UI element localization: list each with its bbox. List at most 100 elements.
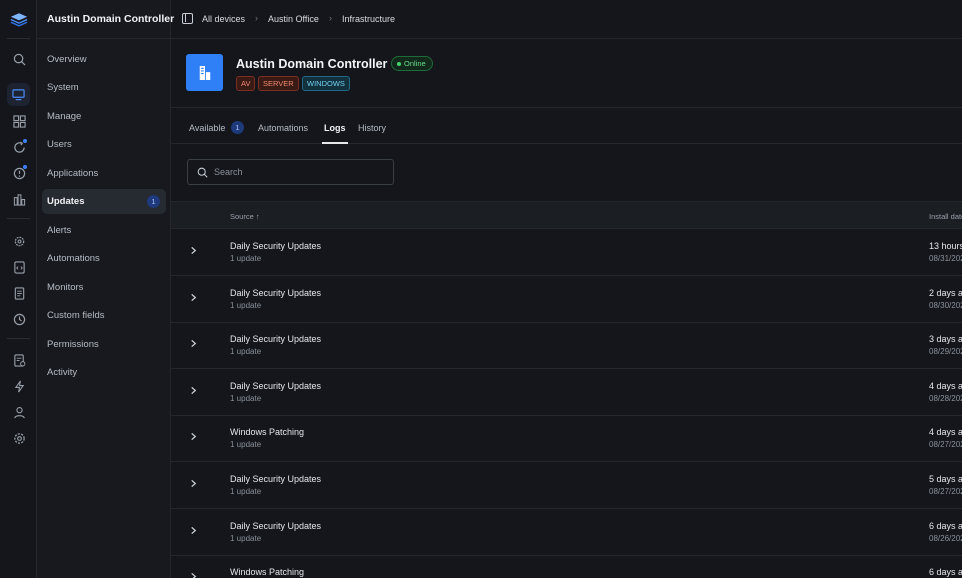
breadcrumb-all-devices[interactable]: All devices: [202, 14, 245, 24]
breadcrumb-austin-office[interactable]: Austin Office: [268, 14, 319, 24]
tab-bar: Available 1 Automations Logs History: [171, 108, 962, 144]
row-update-count: 1 update: [230, 393, 262, 403]
row-source: Daily Security Updates: [230, 520, 322, 531]
table-row[interactable]: Windows Patching1 update6 days ago08/25/…: [171, 555, 962, 578]
sync-icon[interactable]: [10, 138, 28, 156]
tag-av: AV: [236, 76, 256, 91]
sidebar-title: Austin Domain Controller: [47, 13, 175, 25]
sidebar-item-label: Alerts: [47, 225, 72, 236]
sidebar-item-label: Manage: [47, 111, 82, 122]
chevron-right-icon[interactable]: [189, 246, 198, 255]
sidebar-item-monitors[interactable]: Monitors: [42, 275, 166, 300]
sidebar-item-alerts[interactable]: Alerts: [42, 218, 166, 243]
sidebar-divider: [37, 38, 171, 39]
sidebar-item-label: Overview: [47, 54, 87, 65]
chevron-right-icon[interactable]: [189, 339, 198, 348]
sidebar-item-updates[interactable]: Updates 1: [42, 189, 166, 214]
tab-automations[interactable]: Automations: [258, 123, 308, 133]
search-input[interactable]: [214, 167, 384, 177]
column-source[interactable]: Source ↑: [230, 212, 260, 221]
user-icon[interactable]: [10, 403, 28, 421]
server-icon: [186, 54, 223, 91]
device-title: Austin Domain Controller: [236, 57, 388, 71]
sidebar-toggle-icon[interactable]: [182, 13, 193, 24]
chevron-right-icon[interactable]: [189, 572, 198, 578]
sidebar-item-system[interactable]: System: [42, 75, 166, 100]
chevron-right-icon[interactable]: [189, 479, 198, 488]
sidebar-item-manage[interactable]: Manage: [42, 104, 166, 129]
available-count-badge: 1: [231, 121, 244, 134]
row-source: Daily Security Updates: [230, 474, 322, 484]
row-install-relative: 2 days ago: [929, 287, 962, 298]
chevron-right-icon[interactable]: [189, 386, 198, 395]
sidebar-item-label: Applications: [47, 168, 99, 179]
sidebar-item-label: Custom fields: [47, 310, 105, 321]
rail-divider: [7, 338, 30, 339]
sidebar-item-overview[interactable]: Overview: [42, 47, 166, 72]
sidebar-item-automations[interactable]: Automations: [42, 246, 166, 271]
row-source: Windows Patching: [230, 427, 305, 438]
tab-logs[interactable]: Logs: [324, 123, 346, 133]
stack-logo-icon[interactable]: [9, 10, 29, 28]
search-icon: [197, 167, 208, 178]
sidebar-item-label: Permissions: [47, 339, 99, 350]
alert-clock-icon[interactable]: [10, 164, 28, 182]
table-row[interactable]: Daily Security Updates 1 update 13 hours a…: [171, 229, 962, 276]
chart-icon[interactable]: [10, 190, 28, 208]
table-header: Source ↑ Install date: [171, 201, 962, 229]
top-bar: All devices › Austin Office › Infrastruc…: [171, 0, 962, 39]
tab-available[interactable]: Available: [189, 123, 225, 133]
monitor-icon[interactable]: [7, 83, 30, 106]
row-update-count: 1 update: [230, 533, 262, 543]
settings-icon[interactable]: [10, 429, 28, 447]
grid-icon[interactable]: [10, 112, 28, 130]
tab-history[interactable]: History: [358, 123, 386, 133]
table-row[interactable]: Daily Security Updates 1 update 4 days ago…: [171, 369, 962, 416]
table-row[interactable]: Daily Security Updates 1 update 3 days ago…: [171, 322, 962, 370]
chevron-right-icon[interactable]: [189, 432, 198, 441]
sidebar-item-label: Monitors: [47, 282, 84, 293]
row-install-date: 08/30/2024: [929, 300, 962, 310]
table-row[interactable]: Daily Security Updates 1 update 6 days ago…: [171, 509, 962, 556]
sidebar-item-permissions[interactable]: Permissions: [42, 332, 166, 357]
history-icon[interactable]: [10, 310, 28, 328]
row-install-relative: 5 days ago: [929, 474, 962, 484]
status-label: Online: [404, 59, 426, 68]
chevron-right-icon[interactable]: [189, 526, 198, 535]
main-panel: All devices › Austin Office › Infrastruc…: [171, 0, 962, 578]
search-icon[interactable]: [10, 50, 28, 68]
sidebar-item-applications[interactable]: Applications: [42, 161, 166, 186]
sidebar-item-label: Activity: [47, 367, 78, 378]
row-install-relative: 4 days ago: [929, 380, 962, 391]
row-update-count: 1 update: [230, 347, 262, 357]
table-row[interactable]: Windows Patching 1 update 4 days ago 08/27/…: [171, 415, 962, 463]
row-source: Daily Security Updates: [230, 287, 322, 298]
gear-shield-icon[interactable]: [10, 232, 28, 250]
row-install-date: 08/27/2024: [929, 440, 962, 450]
row-install-relative: 6 days ago: [929, 520, 962, 531]
search-box[interactable]: [187, 159, 394, 185]
report-icon[interactable]: [10, 351, 28, 369]
table-row[interactable]: Daily Security Updates 1 update 2 days ago…: [171, 276, 962, 323]
sidebar-item-custom-fields[interactable]: Custom fields: [42, 303, 166, 328]
status-badge: Online: [391, 56, 433, 71]
table-row[interactable]: Daily Security Updates 1 update 5 days ago…: [171, 462, 962, 509]
chevron-right-icon: ›: [329, 13, 332, 23]
sidebar-item-label: Users: [47, 139, 72, 150]
sidebar-item-label: Updates: [47, 196, 85, 207]
breadcrumb-infrastructure: Infrastructure: [342, 14, 396, 24]
device-header: Austin Domain Controller Online AV SERVE…: [171, 39, 962, 108]
row-install-date: 08/27/2024: [929, 487, 962, 496]
sidebar-item-activity[interactable]: Activity: [42, 360, 166, 385]
sidebar-item-users[interactable]: Users: [42, 132, 166, 157]
column-install-date[interactable]: Install date: [929, 212, 962, 221]
row-install-date: 08/28/2024: [929, 393, 962, 403]
active-tab-indicator: [322, 142, 348, 144]
chevron-right-icon[interactable]: [189, 293, 198, 302]
device-code-icon[interactable]: [10, 258, 28, 276]
bolt-icon[interactable]: [10, 377, 28, 395]
row-source: Daily Security Updates: [230, 380, 322, 391]
document-icon[interactable]: [10, 284, 28, 302]
updates-count-badge: 1: [147, 195, 160, 208]
row-install-relative: 6 days ago: [929, 567, 962, 578]
